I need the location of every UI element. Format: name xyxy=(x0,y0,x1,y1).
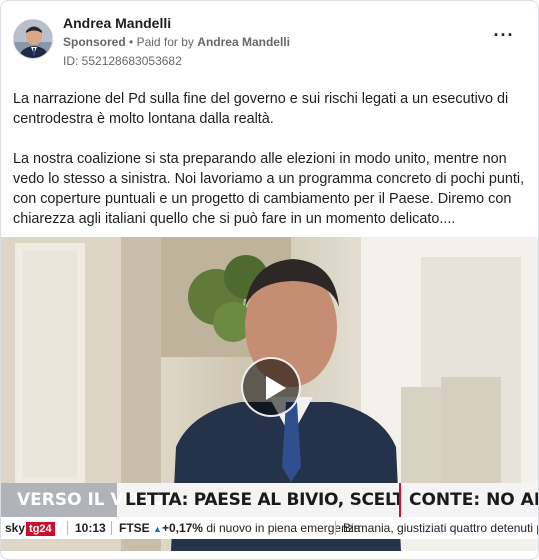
sponsored-meta: Sponsored • Paid for by Andrea Mandelli xyxy=(63,35,290,49)
meta-bullet: • xyxy=(129,35,134,49)
ad-id: ID: 552128683053682 xyxy=(63,54,182,68)
ticker-news: Birmania, giustiziati quattro detenuti p… xyxy=(343,521,538,535)
play-icon[interactable] xyxy=(241,357,301,417)
more-horizontal-icon[interactable]: ··· xyxy=(490,26,518,49)
author-name[interactable]: Andrea Mandelli xyxy=(63,15,171,31)
paid-for-prefix: Paid for by xyxy=(136,35,194,49)
ticker-divider xyxy=(67,521,68,535)
ad-post-card: Andrea Mandelli Sponsored • Paid for by … xyxy=(0,0,539,560)
post-paragraph-2: La nostra coalizione si sta preparando a… xyxy=(13,151,525,227)
ftse-value: +0,17% xyxy=(161,521,203,535)
ticker-ftse: FTSE ▲+0,17% di nuovo in piena emergenza xyxy=(119,517,360,539)
ticker-tag: VERSO IL VOTO xyxy=(1,483,164,517)
ticker-divider xyxy=(335,521,336,535)
up-arrow-icon: ▲ xyxy=(153,524,162,534)
ticker-headline-2: CONTE: NO AD ARI xyxy=(399,483,538,517)
ticker-divider xyxy=(111,521,112,535)
post-header: Andrea Mandelli Sponsored • Paid for by … xyxy=(13,13,526,73)
post-paragraph-1: La narrazione del Pd sulla fine del gove… xyxy=(13,91,509,127)
sponsored-label: Sponsored xyxy=(63,35,126,49)
ticker-time: 10:13 xyxy=(75,521,106,535)
channel-logo: sky tg24 xyxy=(5,517,55,539)
ftse-label: FTSE xyxy=(119,521,150,535)
news-ticker-top: VERSO IL VOTO LETTA: PAESE AL BIVIO, SCE… xyxy=(1,483,538,517)
news-ticker-bottom: sky tg24 10:13 FTSE ▲+0,17% di nuovo in p… xyxy=(1,517,538,539)
channel-sky: sky xyxy=(5,521,26,535)
avatar-photo xyxy=(14,20,52,58)
paid-for-name[interactable]: Andrea Mandelli xyxy=(197,35,290,49)
channel-tg24: tg24 xyxy=(26,522,55,536)
author-avatar[interactable] xyxy=(13,19,53,59)
post-text: La narrazione del Pd sulla fine del gove… xyxy=(13,89,528,249)
video-player[interactable]: VERSO IL VOTO LETTA: PAESE AL BIVIO, SCE… xyxy=(1,237,538,551)
ftse-text: di nuovo in piena emergenza xyxy=(206,521,361,535)
